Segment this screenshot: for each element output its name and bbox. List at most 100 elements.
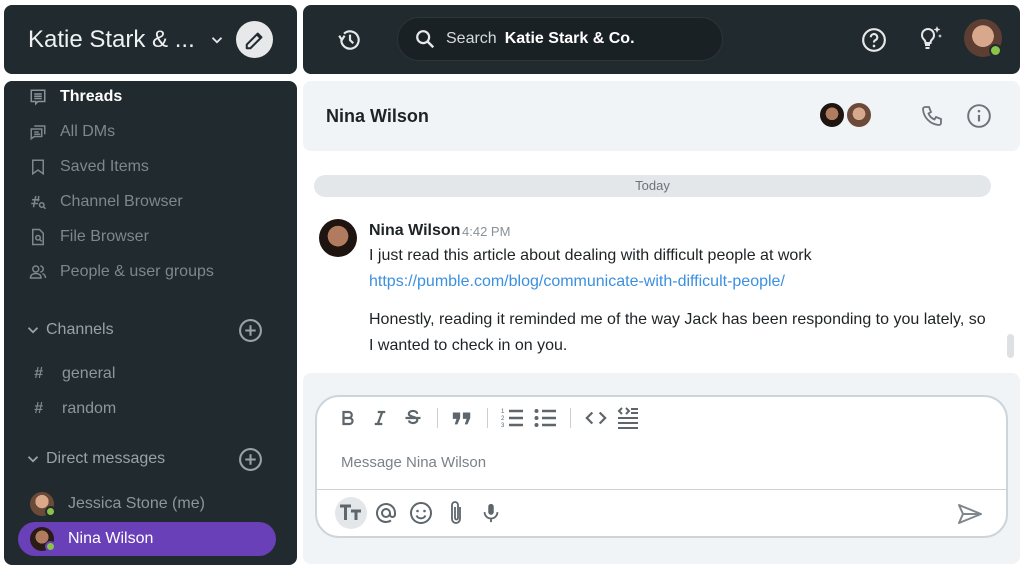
compose-button[interactable] [236,21,273,58]
pencil-icon [245,32,262,49]
chevron-down-icon[interactable] [24,321,42,339]
chevron-down-icon[interactable] [24,450,42,468]
code-block-button[interactable] [615,406,641,430]
top-bar: Search Katie Stark & Co. [303,5,1020,74]
workspace-header: Katie Stark & ... [4,5,297,74]
chat-title: Nina Wilson [326,106,429,126]
code-button[interactable] [583,406,609,430]
ordered-list-icon: 123 [501,409,523,429]
lightbulb-icon[interactable] [914,23,944,53]
sidebar-item-label: All DMs [60,123,116,140]
microphone-icon [483,503,499,523]
text-format-icon [340,504,361,520]
sidebar-item-all-dms[interactable]: All DMs [4,117,297,147]
dms-section-label[interactable]: Direct messages [46,450,165,468]
dms-section-header: Direct messages [4,444,297,474]
hash-icon: # [34,400,43,417]
code-block-icon [617,407,638,429]
search-input[interactable]: Search Katie Stark & Co. [397,17,723,61]
channel-label: random [62,400,117,417]
search-icon [416,30,435,49]
workspace-name[interactable]: Katie Stark & ... [28,26,195,54]
help-icon[interactable] [861,27,887,53]
message-input[interactable]: Message Nina Wilson [341,454,486,471]
quote-button[interactable] [450,406,474,430]
scrollbar-thumb[interactable] [1007,334,1014,358]
toolbar-divider [437,408,438,428]
bold-button[interactable] [337,406,359,430]
dm-label: Jessica Stone (me) [68,495,205,512]
phone-icon[interactable] [920,104,944,128]
day-divider: Today [314,175,991,197]
message-text: I wanted to check in on you. [369,337,568,354]
sidebar-item-label: Threads [60,88,123,105]
online-status-dot [45,541,56,552]
channel-item-general[interactable]: # general [4,360,297,390]
attach-button[interactable] [440,497,472,529]
sidebar-item-channel-browser[interactable]: Channel Browser [4,187,297,217]
italic-button[interactable] [369,406,391,430]
add-dm-icon[interactable] [238,447,263,472]
message-link[interactable]: https://pumble.com/blog/communicate-with… [369,273,785,291]
message-time: 4:42 PM [462,224,511,239]
emoji-button[interactable] [405,497,437,529]
send-icon[interactable] [957,503,983,525]
threads-icon [28,87,48,107]
toolbar-divider [570,408,571,428]
author-avatar[interactable] [319,219,357,257]
chevron-down-icon[interactable] [208,31,226,49]
strikethrough-button[interactable] [401,406,425,430]
bold-icon [342,410,354,426]
history-icon[interactable] [337,27,363,53]
online-status-dot [989,44,1002,57]
people-icon [28,262,48,282]
sidebar-item-people[interactable]: People & user groups [4,257,297,287]
composer-area: 123 Message Nina Wilson [303,373,1020,564]
message-composer: 123 Message Nina Wilson [315,395,1008,538]
mention-button[interactable] [370,497,402,529]
message-author[interactable]: Nina Wilson [369,222,460,240]
text-format-button[interactable] [335,497,367,529]
all-dms-icon [28,122,48,142]
info-icon[interactable] [966,103,992,129]
bullet-list-icon [534,409,556,427]
search-label: Search [446,30,497,47]
channel-browser-icon [28,192,48,212]
ordered-list-button[interactable]: 123 [500,406,526,430]
online-status-dot [45,506,56,517]
italic-icon [374,410,386,426]
dm-item-jessica-stone[interactable]: Jessica Stone (me) [18,487,276,521]
dm-item-nina-wilson[interactable]: Nina Wilson [18,522,276,556]
dm-label: Nina Wilson [68,530,154,547]
search-workspace-name: Katie Stark & Co. [504,30,635,47]
paperclip-icon [451,501,461,524]
sidebar-item-label: Saved Items [60,158,149,175]
svg-text:3: 3 [501,423,505,429]
member-avatar[interactable] [818,101,846,129]
sidebar-item-threads[interactable]: Threads [4,82,297,112]
sidebar-item-file-browser[interactable]: File Browser [4,222,297,252]
strikethrough-icon [405,409,421,425]
member-avatar[interactable] [845,101,873,129]
emoji-icon [410,502,432,524]
channel-label: general [62,365,116,382]
sidebar-item-label: File Browser [60,228,149,245]
bullet-list-button[interactable] [533,406,559,430]
message-text: I just read this article about dealing w… [369,247,812,264]
channels-section-label[interactable]: Channels [46,321,114,339]
sidebar-item-saved-items[interactable]: Saved Items [4,152,297,182]
composer-divider [317,489,1006,490]
channels-section-header: Channels [4,315,297,345]
toolbar-divider [487,408,488,428]
svg-text:2: 2 [501,416,505,422]
sidebar-item-label: Channel Browser [60,193,183,210]
chat-header: Nina Wilson [303,81,1020,151]
code-icon [585,411,607,425]
file-browser-icon [28,227,48,247]
bookmark-icon [28,157,48,177]
add-channel-icon[interactable] [238,318,263,343]
quote-icon [452,412,471,425]
hash-icon: # [34,365,43,382]
microphone-button[interactable] [475,497,507,529]
channel-item-random[interactable]: # random [4,395,297,425]
